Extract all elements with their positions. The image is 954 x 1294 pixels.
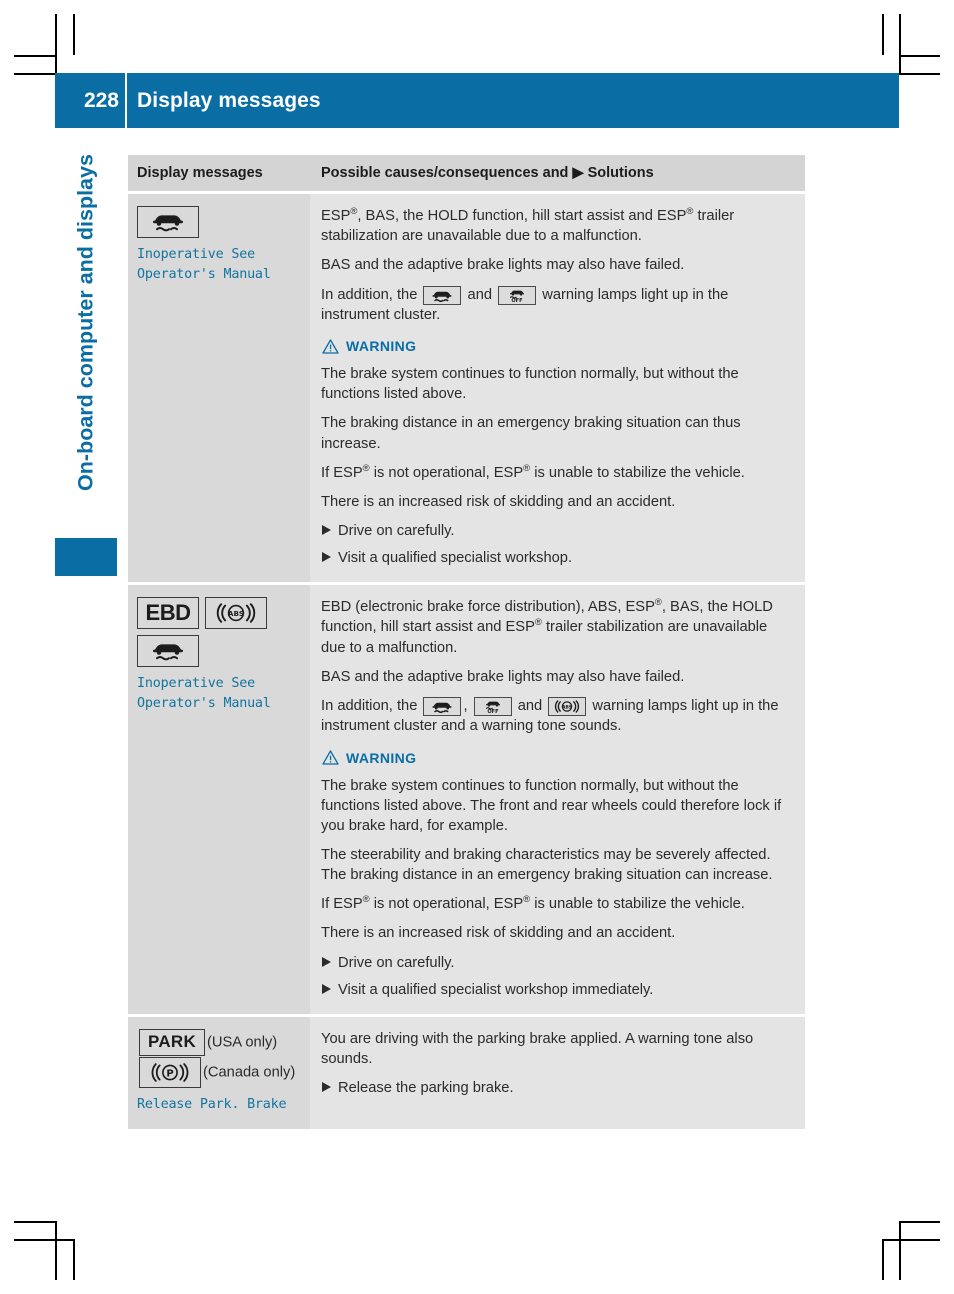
action-item: Visit a qualified specialist workshop. <box>322 548 795 568</box>
solution-arrow-icon <box>322 956 331 967</box>
ebd-icon: EBD <box>137 597 199 630</box>
paragraph: In addition, the , OFF and ABS warning l… <box>321 696 779 735</box>
action-item: Release the parking brake. <box>322 1078 795 1098</box>
icon-row: EBD ABS <box>137 597 300 630</box>
warning-paragraph: If ESP® is not operational, ESP® is unab… <box>321 462 745 481</box>
warning-triangle-icon <box>322 750 339 765</box>
chapter-title: On-board computer and displays <box>73 154 98 491</box>
svg-text:ABS: ABS <box>228 609 244 618</box>
crop-mark-bottom-left-vertical-inner <box>73 1239 75 1280</box>
display-message-text: Inoperative See Operator's Manual <box>137 676 271 711</box>
row-esp-inoperative-description-cell: ESP®, BAS, the HOLD function, hill start… <box>310 194 805 583</box>
svg-text:OFF: OFF <box>487 709 499 714</box>
header-divider <box>125 73 127 128</box>
svg-text:P: P <box>166 1068 173 1079</box>
solution-arrow-icon <box>322 983 331 994</box>
paragraph: EBD (electronic brake force distribution… <box>321 597 773 656</box>
solution-arrow-icon <box>322 552 331 563</box>
solution-arrow-icon <box>322 1082 331 1093</box>
crop-mark-top-right-vertical-outer <box>899 14 901 73</box>
warning-header: WARNING <box>322 750 795 766</box>
esp-off-icon: OFF <box>473 697 512 717</box>
action-text: Drive on carefully. <box>338 954 455 971</box>
crop-mark-bottom-right-vertical-outer <box>899 1221 901 1280</box>
abs-icon: ABS <box>205 597 267 630</box>
crop-mark-bottom-left-vertical-outer <box>55 1221 57 1280</box>
warning-paragraph: If ESP® is not operational, ESP® is unab… <box>321 894 745 913</box>
park-symbol-line: PARK (USA only) P (Canada only) <box>137 1028 300 1089</box>
icon-row <box>137 635 300 668</box>
table-row: Inoperative See Operator's Manual ESP®, … <box>128 191 805 583</box>
warning-header: WARNING <box>322 338 795 354</box>
parking-brake-canada-icon: P <box>139 1057 201 1089</box>
warning-triangle-icon <box>322 339 339 354</box>
row-esp-inoperative-symbol-cell: Inoperative See Operator's Manual <box>128 194 310 583</box>
park-icon: PARK <box>139 1028 205 1056</box>
paragraph: ESP®, BAS, the HOLD function, hill start… <box>321 206 735 245</box>
row-release-parking-brake-description-cell: You are driving with the parking brake a… <box>310 1016 805 1129</box>
action-text: Release the parking brake. <box>338 1080 514 1097</box>
action-text: Visit a qualified specialist workshop im… <box>338 981 654 998</box>
svg-text:OFF: OFF <box>511 298 523 303</box>
warning-paragraph: The steerability and braking characteris… <box>321 846 773 884</box>
usa-note: (USA only) <box>207 1034 278 1051</box>
crop-mark-bottom-left-horizontal-inner <box>14 1239 73 1241</box>
table-row: PARK (USA only) P (Canada only) Release P… <box>128 1013 805 1129</box>
row-ebd-inoperative-symbol-cell: EBD ABS Inoperative See Operator's Manua… <box>128 585 310 1014</box>
display-message-text: Release Park. Brake <box>137 1097 287 1113</box>
abs-icon: ABS <box>548 696 587 716</box>
crop-mark-top-left-vertical-inner <box>73 14 75 55</box>
warning-paragraph: There is an increased risk of skidding a… <box>321 925 676 942</box>
action-item: Drive on carefully. <box>322 953 795 973</box>
action-item: Drive on carefully. <box>322 521 795 541</box>
canada-note: (Canada only) <box>203 1064 296 1081</box>
column-header-causes-solutions: Possible causes/consequences and ▶ Solut… <box>321 165 654 181</box>
table-row: EBD ABS Inoperative See Operator's Manua… <box>128 582 805 1014</box>
esp-skid-icon <box>137 206 199 239</box>
warning-paragraph: The brake system continues to function n… <box>321 777 782 834</box>
warning-paragraph: The brake system continues to function n… <box>321 366 739 403</box>
warning-label: WARNING <box>346 749 417 766</box>
chapter-tab-marker <box>55 538 117 576</box>
crop-mark-top-right-vertical-inner <box>882 14 884 55</box>
warning-paragraph: The braking distance in an emergency bra… <box>321 415 741 452</box>
esp-skid-icon <box>423 286 462 306</box>
paragraph: You are driving with the parking brake a… <box>321 1030 754 1067</box>
page-number: 228 <box>83 88 119 112</box>
crop-mark-bottom-right-horizontal-outer <box>899 1221 940 1223</box>
table-header-cell-left: Display messages <box>128 155 310 192</box>
paragraph: BAS and the adaptive brake lights may al… <box>321 257 685 274</box>
crop-mark-top-right-horizontal-outer <box>899 55 940 57</box>
row-release-parking-brake-symbol-cell: PARK (USA only) P (Canada only) Release P… <box>128 1016 310 1129</box>
esp-off-icon: OFF <box>498 286 537 306</box>
table-header-cell-right: Possible causes/consequences and ▶ Solut… <box>310 155 805 192</box>
display-messages-table: Display messages Possible causes/consequ… <box>128 155 805 1129</box>
row-ebd-inoperative-description-cell: EBD (electronic brake force distribution… <box>310 585 805 1014</box>
crop-mark-bottom-right-horizontal-inner <box>882 1239 940 1241</box>
display-message-text: Inoperative See Operator's Manual <box>137 247 271 282</box>
svg-text:ABS: ABS <box>562 704 572 710</box>
esp-skid-icon <box>137 635 199 668</box>
table-header-row: Display messages Possible causes/consequ… <box>128 155 805 192</box>
column-header-display-messages: Display messages <box>137 165 263 181</box>
esp-skid-icon <box>423 697 462 717</box>
action-text: Drive on carefully. <box>338 523 455 540</box>
solution-arrow-icon <box>322 525 331 536</box>
action-item: Visit a qualified specialist workshop im… <box>322 980 795 1000</box>
warning-label: WARNING <box>346 338 417 355</box>
paragraph: In addition, the and OFF warning lamps l… <box>321 286 729 324</box>
crop-mark-top-left-vertical-outer <box>55 14 57 73</box>
crop-mark-top-left-horizontal-outer <box>14 55 55 57</box>
crop-mark-bottom-left-horizontal-outer <box>14 1221 55 1223</box>
action-text: Visit a qualified specialist workshop. <box>338 550 573 567</box>
icon-row <box>137 206 300 239</box>
page-title: Display messages <box>137 88 321 112</box>
paragraph: BAS and the adaptive brake lights may al… <box>321 668 685 685</box>
crop-mark-bottom-right-vertical-inner <box>882 1239 884 1280</box>
warning-paragraph: There is an increased risk of skidding a… <box>321 493 676 510</box>
